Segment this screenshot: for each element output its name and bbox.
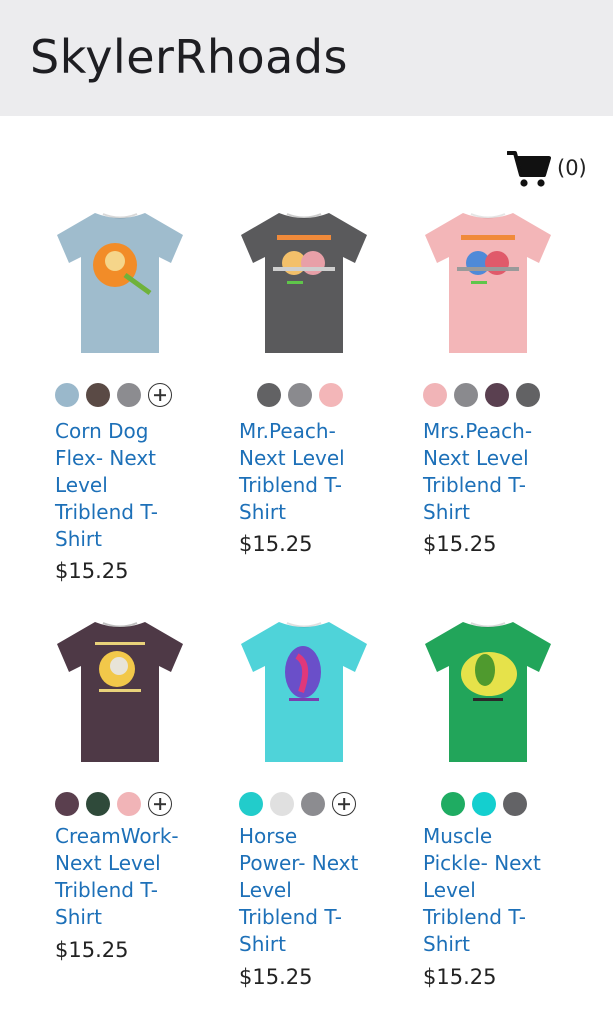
color-swatches [441,792,527,816]
product-name-line: Mr.Peach- [239,419,336,443]
color-swatches [55,383,172,407]
color-swatch[interactable] [301,792,325,816]
shopping-cart-icon [507,151,551,187]
product-price: $15.25 [239,532,313,556]
product-name-line: CreamWork- [55,824,179,848]
tshirt-shape [241,213,367,353]
color-swatch[interactable] [86,383,110,407]
more-colors-plus-icon[interactable] [148,383,172,407]
product-name-line: Next Level [239,446,345,470]
product-name-line: Mrs.Peach- [423,419,533,443]
color-swatch[interactable] [485,383,509,407]
product-name-line: Triblend T- [423,905,526,929]
product-name-line: Flex- Next [55,446,157,470]
color-swatches [55,792,172,816]
more-colors-plus-icon[interactable] [332,792,356,816]
product-price: $15.25 [423,965,497,989]
cart-button[interactable]: (0) [507,147,587,189]
product-name-line: Next Level [55,851,161,875]
product-name-line: Next Level [423,446,529,470]
product-name-line: Shirt [239,500,286,524]
product-name-line: Triblend T- [423,473,526,497]
color-swatch[interactable] [454,383,478,407]
color-swatch[interactable] [423,383,447,407]
product-image[interactable] [423,614,553,764]
color-swatches [257,383,343,407]
store-title[interactable]: SkylerRhoads [30,30,348,84]
color-swatch[interactable] [516,383,540,407]
site-header: SkylerRhoads [0,0,613,116]
product-name-line: Triblend T- [239,905,342,929]
graphic-print [277,235,331,240]
color-swatch[interactable] [239,792,263,816]
color-swatch[interactable] [55,792,79,816]
product-price: $15.25 [239,965,313,989]
color-swatch[interactable] [55,383,79,407]
more-colors-plus-icon[interactable] [148,792,172,816]
color-swatch[interactable] [441,792,465,816]
product-image[interactable] [239,614,369,764]
product-name-link[interactable]: Corn Dog Flex- Next Level Triblend T- Sh… [55,418,195,553]
product-name-link[interactable]: CreamWork- Next Level Triblend T- Shirt [55,823,195,931]
product-name-line: Triblend T- [55,500,158,524]
color-swatch[interactable] [86,792,110,816]
tshirt-shape [425,213,551,353]
product-image[interactable] [55,205,185,355]
product-image[interactable] [239,205,369,355]
color-swatches [239,792,356,816]
product-name-line: Level [55,473,108,497]
product-name-link[interactable]: Mrs.Peach- Next Level Triblend T- Shirt [423,418,563,526]
product-name-line: Shirt [423,932,470,956]
color-swatch[interactable] [257,383,281,407]
product-name-line: Corn Dog [55,419,149,443]
color-swatch[interactable] [117,383,141,407]
color-swatches [423,383,540,407]
product-name-link[interactable]: Horse Power- Next Level Triblend T- Shir… [239,823,379,958]
graphic-print [461,235,515,240]
product-name-line: Triblend T- [55,878,158,902]
product-name-line: Shirt [55,527,102,551]
product-name-line: Shirt [55,905,102,929]
color-swatch[interactable] [503,792,527,816]
color-swatch[interactable] [472,792,496,816]
product-name-line: Power- Next [239,851,359,875]
cart-count: (0) [557,156,587,180]
product-name-link[interactable]: Muscle Pickle- Next Level Triblend T- Sh… [423,823,563,958]
product-price: $15.25 [55,938,129,962]
color-swatch[interactable] [117,792,141,816]
product-price: $15.25 [423,532,497,556]
color-swatch[interactable] [288,383,312,407]
color-swatch[interactable] [319,383,343,407]
product-name-line: Muscle [423,824,493,848]
graphic-print [95,642,145,645]
product-name-line: Shirt [239,932,286,956]
product-name-line: Horse [239,824,298,848]
color-swatch[interactable] [270,792,294,816]
product-name-line: Shirt [423,500,470,524]
product-name-link[interactable]: Mr.Peach- Next Level Triblend T- Shirt [239,418,379,526]
product-image[interactable] [423,205,553,355]
product-name-line: Level [239,878,292,902]
product-name-line: Level [423,878,476,902]
product-name-line: Triblend T- [239,473,342,497]
product-image[interactable] [55,614,185,764]
product-name-line: Pickle- Next [423,851,541,875]
product-price: $15.25 [55,559,129,583]
